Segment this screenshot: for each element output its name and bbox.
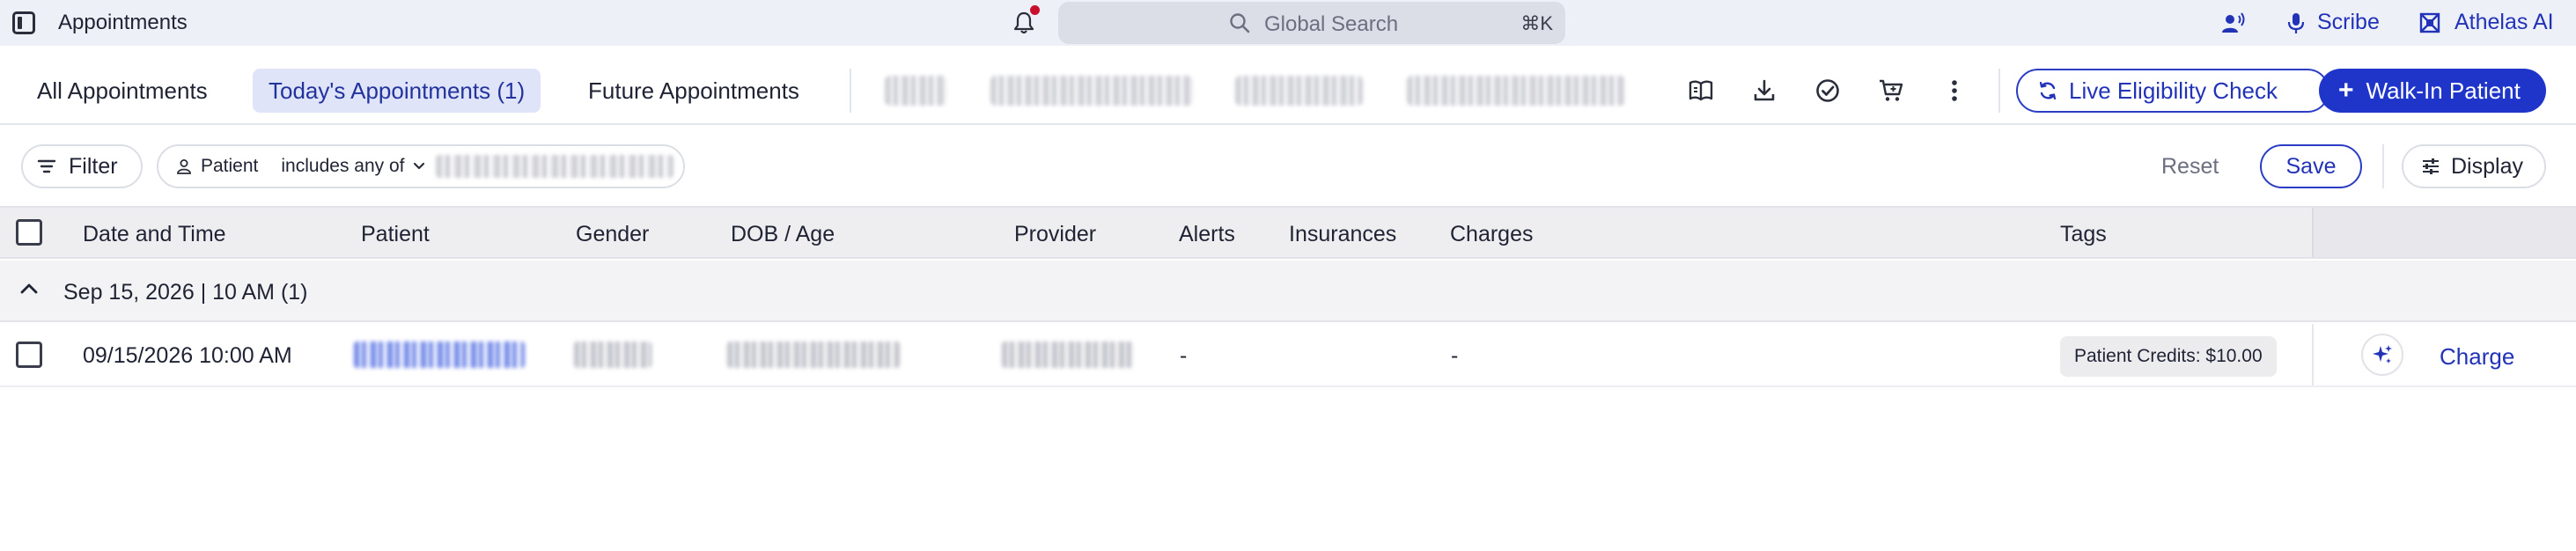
charges-value: - — [1451, 343, 1459, 368]
appointments-tab-bar: All Appointments Today's Appointments (1… — [0, 56, 2576, 125]
redacted-provider — [1002, 342, 1134, 368]
tab-todays-appointments[interactable]: Today's Appointments (1) — [253, 69, 541, 113]
save-button[interactable]: Save — [2260, 144, 2362, 188]
redacted-filter-value — [436, 155, 674, 178]
row-checkbox[interactable] — [16, 342, 42, 368]
walk-in-patient-label: Walk-In Patient — [2366, 77, 2521, 104]
chevron-down-icon — [414, 162, 425, 170]
table-header: Date and Time Patient Gender DOB / Age P… — [0, 206, 2576, 259]
live-eligibility-check-label: Live Eligibility Check — [2069, 77, 2278, 104]
filterbar-divider — [2382, 144, 2384, 188]
chevron-up-icon[interactable] — [19, 282, 39, 296]
download-icon[interactable] — [1743, 70, 1785, 112]
search-icon — [1230, 13, 1250, 33]
person-icon — [177, 159, 191, 174]
voice-user-icon[interactable] — [2220, 11, 2245, 35]
chip-operator-label: includes any of — [281, 156, 405, 176]
column-header-alerts[interactable]: Alerts — [1179, 222, 1235, 247]
appointment-date-time: 09/15/2026 10:00 AM — [83, 343, 292, 368]
scribe-link[interactable]: Scribe — [2317, 10, 2380, 35]
chip-field-label: Patient — [201, 156, 259, 176]
ai-sparkle-button[interactable] — [2361, 334, 2403, 376]
tab-all-appointments[interactable]: All Appointments — [21, 69, 224, 113]
column-header-dob-age[interactable]: DOB / Age — [731, 222, 835, 247]
column-header-date-time[interactable]: Date and Time — [83, 222, 226, 247]
athelas-ai-link[interactable]: Athelas AI — [2455, 10, 2554, 35]
table-row[interactable]: 09/15/2026 10:00 AM - - Patient Credits:… — [0, 324, 2576, 387]
microphone-icon — [2287, 13, 2305, 33]
plus-icon: + — [2338, 76, 2354, 105]
redacted-tab[interactable] — [885, 76, 946, 106]
refresh-icon — [2039, 81, 2057, 100]
column-header-gender[interactable]: Gender — [576, 222, 649, 247]
filter-bar: Filter Patient includes any of Reset Sav… — [0, 132, 2576, 206]
reset-button[interactable]: Reset — [2161, 154, 2219, 180]
sliders-icon — [2423, 158, 2439, 174]
charge-link[interactable]: Charge — [2440, 343, 2514, 371]
actions-column-header — [2312, 208, 2576, 257]
page-title: Appointments — [58, 11, 188, 34]
live-eligibility-check-button[interactable]: Live Eligibility Check — [2016, 69, 2329, 113]
column-header-provider[interactable]: Provider — [1014, 222, 1096, 247]
redacted-tab[interactable] — [1235, 76, 1363, 106]
appointment-group-row[interactable]: Sep 15, 2026 | 10 AM (1) — [0, 261, 2576, 322]
tab-divider — [850, 69, 851, 113]
redacted-dob-age — [727, 342, 900, 368]
filter-button[interactable]: Filter — [21, 144, 143, 188]
patient-filter-chip[interactable]: Patient includes any of — [157, 144, 685, 188]
chip-operator-dropdown[interactable]: includes any of — [281, 156, 425, 177]
redacted-tab[interactable] — [990, 76, 1193, 106]
filter-lines-icon — [37, 159, 56, 173]
toolbar-divider — [1998, 69, 2000, 113]
column-header-patient[interactable]: Patient — [361, 222, 430, 247]
alerts-value: - — [1180, 343, 1188, 368]
filter-label: Filter — [69, 153, 118, 179]
search-placeholder: Global Search — [1264, 12, 1399, 36]
tab-future-appointments[interactable]: Future Appointments — [572, 69, 815, 113]
walk-in-patient-button[interactable]: + Walk-In Patient — [2319, 69, 2546, 113]
top-bar: Appointments Global Search ⌘K Scribe Ath… — [0, 0, 2576, 46]
cart-icon[interactable] — [1870, 70, 1912, 112]
column-header-insurances[interactable]: Insurances — [1289, 222, 1396, 247]
redacted-gender — [574, 342, 651, 368]
group-label: Sep 15, 2026 | 10 AM (1) — [63, 280, 308, 305]
more-vertical-icon[interactable] — [1933, 70, 1976, 112]
global-search-input[interactable]: Global Search ⌘K — [1058, 2, 1565, 44]
redacted-patient-name[interactable] — [354, 342, 525, 368]
display-label: Display — [2451, 153, 2523, 179]
notification-dot — [1030, 5, 1040, 15]
athelas-logo-icon — [2419, 12, 2440, 33]
sparkle-icon — [2373, 345, 2392, 364]
display-button[interactable]: Display — [2402, 144, 2546, 188]
column-header-charges[interactable]: Charges — [1450, 222, 1534, 247]
check-circle-icon[interactable] — [1807, 70, 1849, 112]
sidebar-toggle-icon[interactable] — [12, 11, 35, 34]
book-open-icon[interactable] — [1680, 70, 1722, 112]
select-all-checkbox[interactable] — [16, 219, 42, 246]
patient-credits-tag: Patient Credits: $10.00 — [2060, 336, 2277, 377]
search-shortcut: ⌘K — [1520, 12, 1553, 34]
column-header-tags[interactable]: Tags — [2060, 222, 2107, 247]
redacted-tab[interactable] — [1407, 76, 1625, 106]
